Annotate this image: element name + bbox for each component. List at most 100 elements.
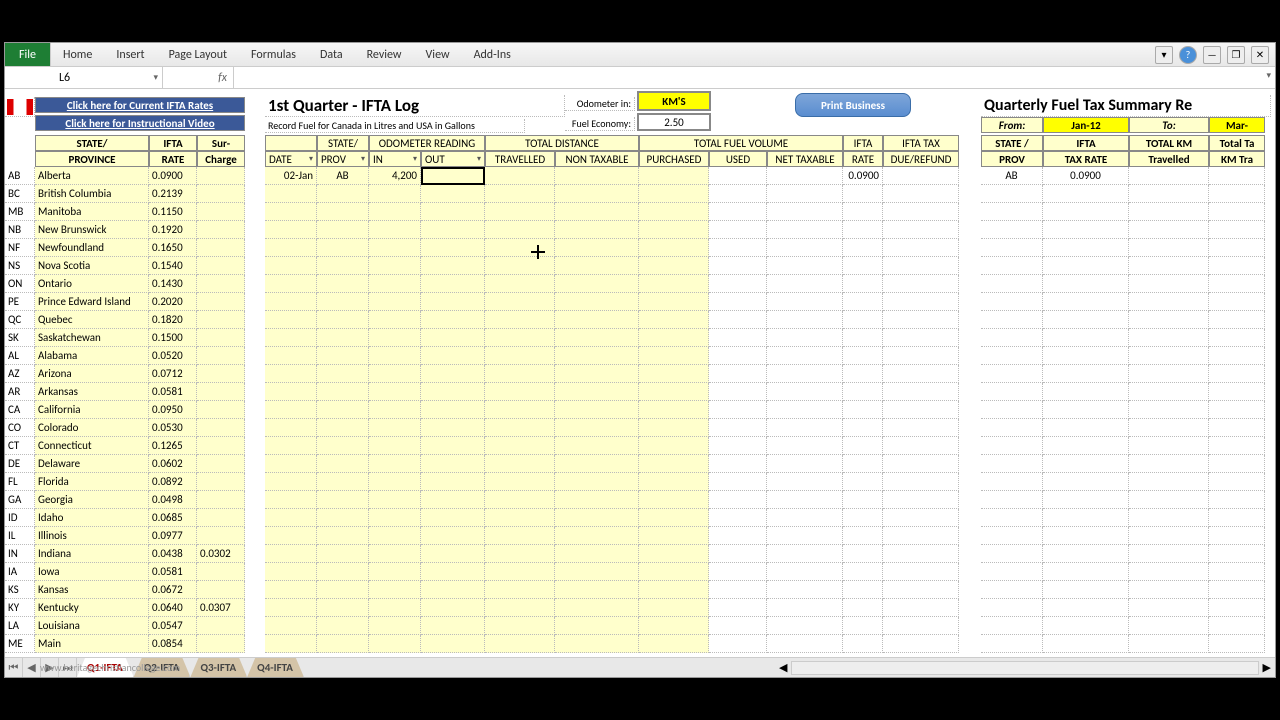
scroll-left-icon[interactable]: ◀ (775, 661, 791, 674)
empty-cell[interactable] (317, 383, 369, 401)
empty-cell[interactable] (317, 347, 369, 365)
empty-cell[interactable] (639, 329, 709, 347)
sheet-tab-q4[interactable]: Q4-IFTA (247, 658, 304, 677)
empty-cell[interactable] (265, 257, 317, 275)
empty-cell[interactable] (369, 509, 421, 527)
empty-cell[interactable] (421, 401, 485, 419)
empty-cell[interactable] (317, 311, 369, 329)
empty-cell[interactable] (555, 581, 639, 599)
empty-cell[interactable] (369, 275, 421, 293)
empty-cell[interactable] (265, 455, 317, 473)
empty-cell[interactable] (265, 599, 317, 617)
empty-cell[interactable] (317, 221, 369, 239)
empty-cell[interactable] (421, 419, 485, 437)
empty-cell[interactable] (639, 635, 709, 653)
h-prov[interactable]: PROV (317, 151, 369, 167)
tab-prev-icon[interactable]: ◀ (23, 658, 41, 677)
empty-cell[interactable] (639, 347, 709, 365)
empty-cell[interactable] (421, 329, 485, 347)
empty-cell[interactable] (369, 257, 421, 275)
empty-cell[interactable] (369, 329, 421, 347)
empty-cell[interactable] (639, 599, 709, 617)
empty-cell[interactable] (369, 239, 421, 257)
empty-cell[interactable] (485, 545, 555, 563)
empty-cell[interactable] (555, 599, 639, 617)
empty-cell[interactable] (317, 617, 369, 635)
sheet-tab-q3[interactable]: Q3-IFTA (190, 658, 247, 677)
empty-cell[interactable] (317, 455, 369, 473)
empty-cell[interactable] (265, 221, 317, 239)
empty-cell[interactable] (369, 419, 421, 437)
file-tab[interactable]: File (5, 43, 51, 66)
empty-cell[interactable] (555, 545, 639, 563)
empty-cell[interactable] (639, 365, 709, 383)
empty-cell[interactable] (639, 419, 709, 437)
empty-cell[interactable] (639, 455, 709, 473)
empty-cell[interactable] (639, 203, 709, 221)
d-prov[interactable]: AB (317, 167, 369, 185)
empty-cell[interactable] (421, 491, 485, 509)
empty-cell[interactable] (421, 581, 485, 599)
print-button[interactable]: Print Business (795, 93, 911, 117)
tab-view[interactable]: View (414, 43, 462, 66)
empty-cell[interactable] (639, 473, 709, 491)
caret-icon[interactable]: ▾ (1155, 46, 1173, 64)
empty-cell[interactable] (639, 491, 709, 509)
empty-cell[interactable] (421, 509, 485, 527)
empty-cell[interactable] (421, 599, 485, 617)
empty-cell[interactable] (369, 545, 421, 563)
empty-cell[interactable] (639, 509, 709, 527)
empty-cell[interactable] (555, 329, 639, 347)
d-nt[interactable] (555, 167, 639, 185)
empty-cell[interactable] (317, 185, 369, 203)
empty-cell[interactable] (555, 437, 639, 455)
empty-cell[interactable] (555, 509, 639, 527)
empty-cell[interactable] (421, 455, 485, 473)
empty-cell[interactable] (555, 365, 639, 383)
empty-cell[interactable] (421, 347, 485, 365)
empty-cell[interactable] (639, 401, 709, 419)
empty-cell[interactable] (369, 455, 421, 473)
empty-cell[interactable] (555, 185, 639, 203)
empty-cell[interactable] (555, 635, 639, 653)
empty-cell[interactable] (369, 473, 421, 491)
empty-cell[interactable] (317, 437, 369, 455)
empty-cell[interactable] (317, 365, 369, 383)
empty-cell[interactable] (317, 275, 369, 293)
empty-cell[interactable] (317, 419, 369, 437)
empty-cell[interactable] (639, 185, 709, 203)
empty-cell[interactable] (485, 203, 555, 221)
empty-cell[interactable] (485, 491, 555, 509)
d-out[interactable] (421, 167, 485, 185)
empty-cell[interactable] (555, 203, 639, 221)
empty-cell[interactable] (555, 257, 639, 275)
odo-value[interactable]: KM'S (637, 91, 711, 111)
link-rates[interactable]: Click here for Current IFTA Rates (35, 97, 245, 113)
empty-cell[interactable] (369, 401, 421, 419)
empty-cell[interactable] (421, 563, 485, 581)
empty-cell[interactable] (485, 365, 555, 383)
empty-cell[interactable] (317, 239, 369, 257)
empty-cell[interactable] (485, 635, 555, 653)
empty-cell[interactable] (485, 473, 555, 491)
empty-cell[interactable] (555, 347, 639, 365)
tab-home[interactable]: Home (51, 43, 104, 66)
tab-first-icon[interactable]: ⏮ (5, 658, 23, 677)
empty-cell[interactable] (639, 581, 709, 599)
close-icon[interactable]: ✕ (1251, 46, 1269, 64)
empty-cell[interactable] (485, 329, 555, 347)
empty-cell[interactable] (639, 545, 709, 563)
empty-cell[interactable] (265, 383, 317, 401)
name-box[interactable]: L6 (53, 67, 163, 88)
empty-cell[interactable] (369, 617, 421, 635)
empty-cell[interactable] (369, 635, 421, 653)
empty-cell[interactable] (485, 455, 555, 473)
empty-cell[interactable] (555, 401, 639, 419)
tab-formulas[interactable]: Formulas (239, 43, 308, 66)
tab-addins[interactable]: Add-Ins (462, 43, 523, 66)
tab-review[interactable]: Review (355, 43, 414, 66)
empty-cell[interactable] (555, 293, 639, 311)
empty-cell[interactable] (265, 311, 317, 329)
empty-cell[interactable] (485, 527, 555, 545)
empty-cell[interactable] (421, 365, 485, 383)
